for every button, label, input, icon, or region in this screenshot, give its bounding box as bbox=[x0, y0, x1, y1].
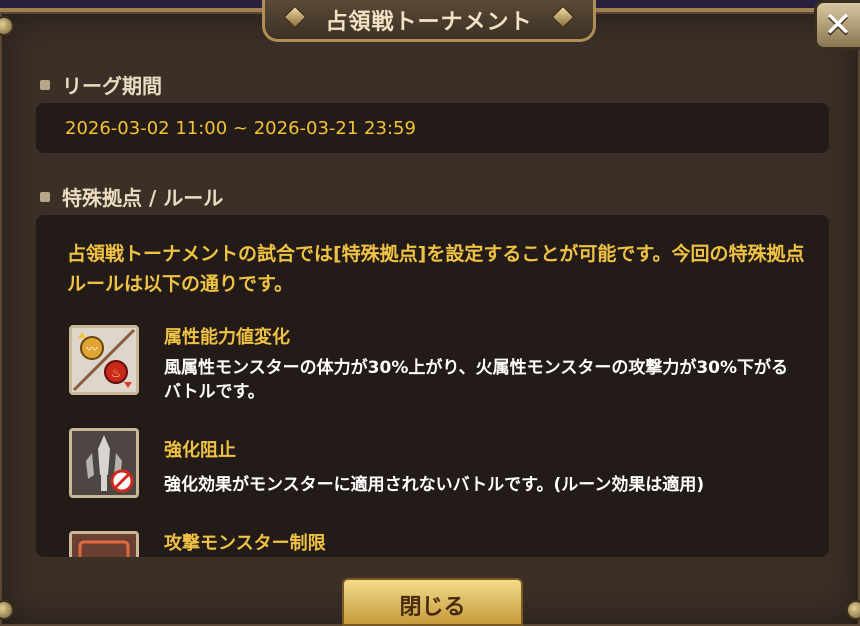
rule-description: 強化効果がモンスターに適用されないバトルです。(ルーン効果は適用) bbox=[164, 475, 705, 495]
close-button[interactable]: ✕ bbox=[814, 0, 860, 50]
corner-ornament bbox=[0, 16, 14, 36]
title-tab: 占領戦トーナメント bbox=[262, 0, 596, 42]
bullet-icon bbox=[40, 191, 50, 202]
rule-title: 強化阻止 bbox=[164, 440, 236, 461]
rule-title: 攻撃モンスター制限 bbox=[164, 533, 326, 554]
svg-text:〰: 〰 bbox=[86, 342, 98, 356]
rules-box[interactable]: 占領戦トーナメントの試合では[特殊拠点]を設定することが可能です。今回の特殊拠点… bbox=[36, 215, 829, 557]
rules-intro: 占領戦トーナメントの試合では[特殊拠点]を設定することが可能です。今回の特殊拠点… bbox=[67, 243, 805, 295]
rule-title: 属性能力値変化 bbox=[164, 327, 290, 348]
league-heading-text: リーグ期間 bbox=[62, 74, 162, 98]
buff-block-icon bbox=[69, 428, 139, 498]
league-period-box: 2026-03-02 11:00 ~ 2026-03-21 23:59 bbox=[36, 103, 829, 153]
league-period: 2026-03-02 11:00 ~ 2026-03-21 23:59 bbox=[65, 117, 416, 139]
corner-ornament bbox=[0, 600, 14, 620]
rule-description: 風属性モンスターの体力が30%上がり、火属性モンスターの攻撃力が30%下がるバト… bbox=[164, 358, 789, 402]
svg-text:♨: ♨ bbox=[111, 366, 122, 380]
diamond-ornament-icon bbox=[283, 5, 307, 29]
close-icon: ✕ bbox=[823, 5, 853, 45]
bullet-icon bbox=[40, 79, 50, 90]
league-section-heading: リーグ期間 bbox=[40, 70, 162, 99]
close-dialog-button[interactable]: 閉じる bbox=[342, 578, 523, 626]
diamond-ornament-icon bbox=[551, 5, 575, 29]
close-button-label: 閉じる bbox=[399, 595, 466, 620]
dialog-title: 占領戦トーナメント bbox=[325, 9, 533, 35]
corner-ornament bbox=[846, 600, 860, 620]
dialog-panel: リーグ期間 2026-03-02 11:00 ~ 2026-03-21 23:5… bbox=[0, 8, 860, 626]
attribute-change-icon: 〰 ♨ bbox=[69, 325, 139, 395]
special-heading-text: 特殊拠点 / ルール bbox=[62, 186, 224, 210]
special-section-heading: 特殊拠点 / ルール bbox=[40, 182, 223, 211]
attack-limit-icon bbox=[69, 531, 139, 557]
